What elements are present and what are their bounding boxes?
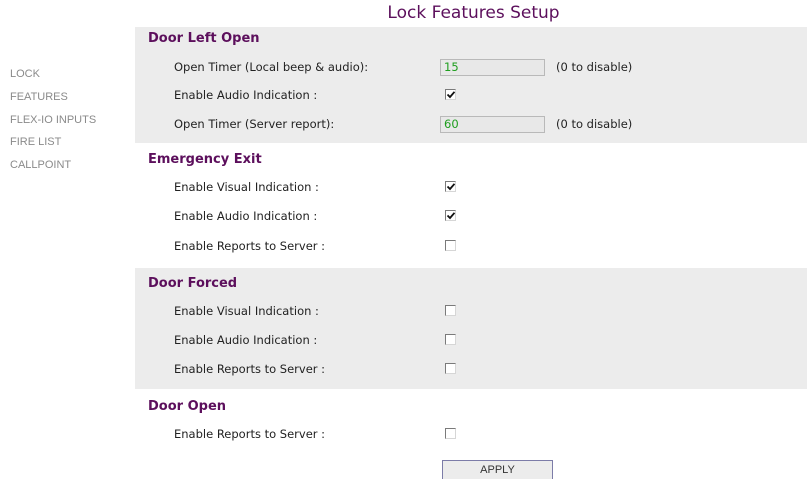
open-timer-server-input[interactable]: 60	[440, 116, 545, 133]
emergency-audio-checkbox[interactable]	[445, 210, 456, 221]
forced-audio-label: Enable Audio Indication :	[174, 333, 318, 347]
open-timer-local-input[interactable]: 15	[440, 59, 545, 76]
row-open-timer-local: Open Timer (Local beep & audio): 15 (0 t…	[135, 58, 807, 78]
emergency-visual-label: Enable Visual Indication :	[174, 180, 319, 194]
section-title-emergency-exit: Emergency Exit	[148, 152, 262, 167]
nav-item-lock[interactable]: LOCK	[10, 67, 96, 90]
door-open-reports-checkbox[interactable]	[445, 428, 456, 439]
settings-form: Door Left Open Open Timer (Local beep & …	[135, 27, 807, 454]
open-timer-local-label: Open Timer (Local beep & audio):	[174, 60, 369, 74]
forced-audio-checkbox[interactable]	[445, 334, 456, 345]
door-open-reports-label: Enable Reports to Server :	[174, 427, 326, 441]
page-title: Lock Features Setup	[387, 3, 560, 23]
section-emergency-exit: Emergency Exit Enable Visual Indication …	[135, 143, 807, 268]
apply-button[interactable]: APPLY	[442, 460, 553, 479]
row-open-timer-server: Open Timer (Server report): 60 (0 to dis…	[135, 115, 807, 135]
row-emergency-visual: Enable Visual Indication :	[135, 178, 807, 198]
row-emergency-audio: Enable Audio Indication :	[135, 207, 807, 227]
section-title-door-forced: Door Forced	[148, 276, 238, 291]
row-emergency-reports: Enable Reports to Server :	[135, 237, 807, 257]
section-door-open: Door Open Enable Reports to Server :	[135, 389, 807, 454]
checkmark-icon	[446, 91, 456, 99]
row-forced-audio: Enable Audio Indication :	[135, 331, 807, 351]
open-timer-server-label: Open Timer (Server report):	[174, 117, 335, 131]
sidebar-nav: LOCK FEATURES FLEX-IO INPUTS FIRE LIST C…	[10, 67, 96, 181]
emergency-visual-checkbox[interactable]	[445, 181, 456, 192]
section-door-left-open: Door Left Open Open Timer (Local beep & …	[135, 27, 807, 143]
forced-visual-label: Enable Visual Indication :	[174, 304, 319, 318]
forced-visual-checkbox[interactable]	[445, 305, 456, 316]
emergency-reports-label: Enable Reports to Server :	[174, 239, 326, 253]
forced-reports-label: Enable Reports to Server :	[174, 362, 326, 376]
door-left-open-audio-checkbox[interactable]	[445, 89, 456, 100]
section-door-forced: Door Forced Enable Visual Indication : E…	[135, 268, 807, 389]
row-door-left-open-audio: Enable Audio Indication :	[135, 86, 807, 106]
forced-reports-checkbox[interactable]	[445, 363, 456, 374]
nav-item-fire-list[interactable]: FIRE LIST	[10, 135, 96, 158]
row-forced-visual: Enable Visual Indication :	[135, 302, 807, 322]
nav-item-callpoint[interactable]: CALLPOINT	[10, 158, 96, 181]
row-door-open-reports: Enable Reports to Server :	[135, 425, 807, 445]
row-forced-reports: Enable Reports to Server :	[135, 360, 807, 380]
door-left-open-audio-label: Enable Audio Indication :	[174, 88, 318, 102]
emergency-audio-label: Enable Audio Indication :	[174, 209, 318, 223]
open-timer-server-hint: (0 to disable)	[556, 117, 633, 131]
section-title-door-open: Door Open	[148, 399, 227, 414]
checkmark-icon	[446, 212, 456, 220]
nav-item-flex-io-inputs[interactable]: FLEX-IO INPUTS	[10, 113, 96, 136]
checkmark-icon	[446, 183, 456, 191]
emergency-reports-checkbox[interactable]	[445, 240, 456, 251]
nav-item-features[interactable]: FEATURES	[10, 90, 96, 113]
open-timer-local-hint: (0 to disable)	[556, 60, 633, 74]
section-title-door-left-open: Door Left Open	[148, 31, 260, 46]
